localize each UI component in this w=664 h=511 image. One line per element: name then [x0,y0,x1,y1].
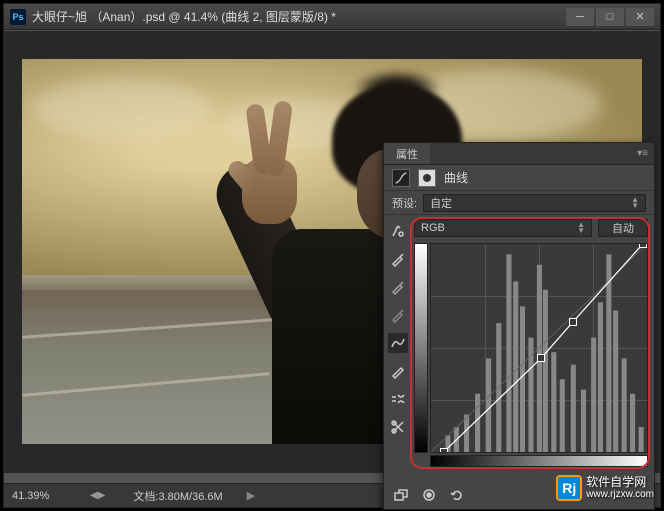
maximize-button[interactable]: □ [596,8,624,26]
app-icon: Ps [10,9,26,25]
pencil-tool[interactable] [388,361,408,381]
eyedropper-gray-tool[interactable] [388,277,408,297]
channel-value: RGB [421,222,445,234]
tab-properties[interactable]: 属性 [384,143,430,164]
mask-icon[interactable] [418,169,436,187]
output-gradient [414,243,428,453]
preset-label: 预设: [392,195,417,211]
panel-footer [392,487,466,503]
app-window: Ps 大眼仔~旭 （Anan）.psd @ 41.4% (曲线 2, 图层蒙版/… [3,3,661,508]
curve-control-point[interactable] [639,243,647,248]
target-adjust-tool[interactable] [388,221,408,241]
watermark-logo: Rj [556,475,582,501]
watermark: Rj 软件自学网 www.rjzxw.com [556,475,654,501]
reset-icon[interactable] [448,487,466,503]
smooth-tool[interactable] [388,389,408,409]
dropdown-arrows-icon: ▲▼ [577,222,585,234]
dropdown-arrows-icon: ▲▼ [631,197,639,209]
panel-header: 曲线 [384,165,654,191]
view-previous-icon[interactable] [420,487,438,503]
clip-to-layer-icon[interactable] [392,487,410,503]
curves-adjustment-icon[interactable] [392,169,410,187]
panel-menu-icon[interactable]: ▾≡ [631,148,654,159]
panel-tabs: 属性 ▾≡ [384,143,654,165]
eyedropper-white-tool[interactable] [388,305,408,325]
clip-tool[interactable] [388,417,408,437]
curve-control-point[interactable] [440,448,448,453]
histogram [431,244,647,452]
curve-control-point[interactable] [537,354,545,362]
preset-value: 自定 [430,195,452,211]
minimize-button[interactable]: ─ [566,8,594,26]
curves-editor: RGB ▲▼ 自动 [412,215,654,509]
properties-panel: 属性 ▾≡ 曲线 预设: 自定 ▲▼ [383,142,655,510]
preset-row: 预设: 自定 ▲▼ [384,191,654,215]
watermark-name: 软件自学网 [586,476,654,489]
document-title: 大眼仔~旭 （Anan）.psd @ 41.4% (曲线 2, 图层蒙版/8) … [32,8,566,25]
auto-button[interactable]: 自动 [598,219,648,237]
channel-dropdown[interactable]: RGB ▲▼ [414,219,592,237]
curves-tools [384,215,412,509]
preset-dropdown[interactable]: 自定 ▲▼ [423,194,646,212]
eyedropper-black-tool[interactable] [388,249,408,269]
document-info: 文档:3.80M/36.6M [133,488,222,504]
adjustment-title: 曲线 [444,169,468,186]
edit-points-tool[interactable] [388,333,408,353]
info-menu-icon[interactable]: ▶ [247,489,255,502]
close-button[interactable]: ✕ [626,8,654,26]
input-gradient [430,455,648,467]
zoom-level[interactable]: 41.39% [12,490,72,502]
curves-graph[interactable] [430,243,648,453]
titlebar[interactable]: Ps 大眼仔~旭 （Anan）.psd @ 41.4% (曲线 2, 图层蒙版/… [4,4,660,30]
curve-control-point[interactable] [569,318,577,326]
nav-icon[interactable]: ◀▶ [90,490,105,501]
watermark-url: www.rjzxw.com [586,489,654,500]
